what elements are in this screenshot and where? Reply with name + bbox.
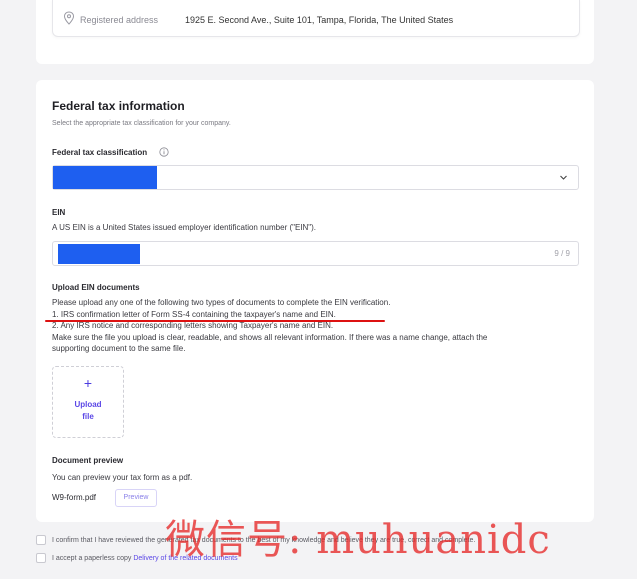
- upload-instruction-line: supporting document to the same file.: [52, 344, 186, 353]
- upload-instruction-line: Please upload any one of the following t…: [52, 298, 391, 307]
- plus-icon: +: [83, 375, 93, 391]
- tax-classification-label: Federal tax classification: [52, 148, 148, 157]
- upload-label-line2: file: [82, 412, 94, 421]
- location-pin-icon: [63, 11, 75, 25]
- chevron-down-icon: [560, 175, 567, 180]
- document-preview-description: You can preview your tax form as a pdf.: [52, 473, 193, 482]
- redaction-block: [58, 244, 140, 264]
- address-value: 1925 E. Second Ave., Suite 101, Tampa, F…: [185, 15, 454, 25]
- upload-instructions: Please upload any one of the following t…: [52, 297, 572, 355]
- consent-checkbox-1[interactable]: [36, 535, 46, 545]
- ein-description: A US EIN is a United States issued emplo…: [52, 223, 317, 232]
- upload-instruction-line: Make sure the file you upload is clear, …: [52, 332, 488, 342]
- watermark-overlay: 微信号: muhuanidc: [165, 517, 551, 563]
- registered-address-box: Registered address 1925 E. Second Ave., …: [52, 0, 580, 37]
- file-name: W9-form.pdf: [52, 493, 97, 502]
- upload-file-button[interactable]: + Upload file: [52, 366, 124, 438]
- redaction-block: [53, 166, 157, 189]
- upload-ein-label: Upload EIN documents: [52, 283, 140, 292]
- info-icon[interactable]: [159, 147, 169, 157]
- consent-checkbox-2[interactable]: [36, 553, 46, 563]
- tax-classification-select[interactable]: [52, 165, 579, 190]
- section-title: Federal tax information: [52, 99, 185, 113]
- preview-button[interactable]: Preview: [115, 489, 157, 507]
- upload-label-line1: Upload: [74, 400, 102, 409]
- section-subtitle: Select the appropriate tax classificatio…: [52, 120, 231, 127]
- upload-instruction-line: 1. IRS confirmation letter of Form SS-4 …: [52, 309, 336, 319]
- document-preview-label: Document preview: [52, 456, 124, 465]
- red-annotation-underline: [45, 320, 385, 322]
- ein-input[interactable]: 9 / 9: [52, 241, 579, 266]
- consent-text-2: I accept a paperless copy: [52, 554, 134, 562]
- address-label: Registered address: [80, 15, 159, 25]
- ein-label: EIN: [52, 208, 66, 217]
- ein-char-counter: 9 / 9: [554, 249, 570, 258]
